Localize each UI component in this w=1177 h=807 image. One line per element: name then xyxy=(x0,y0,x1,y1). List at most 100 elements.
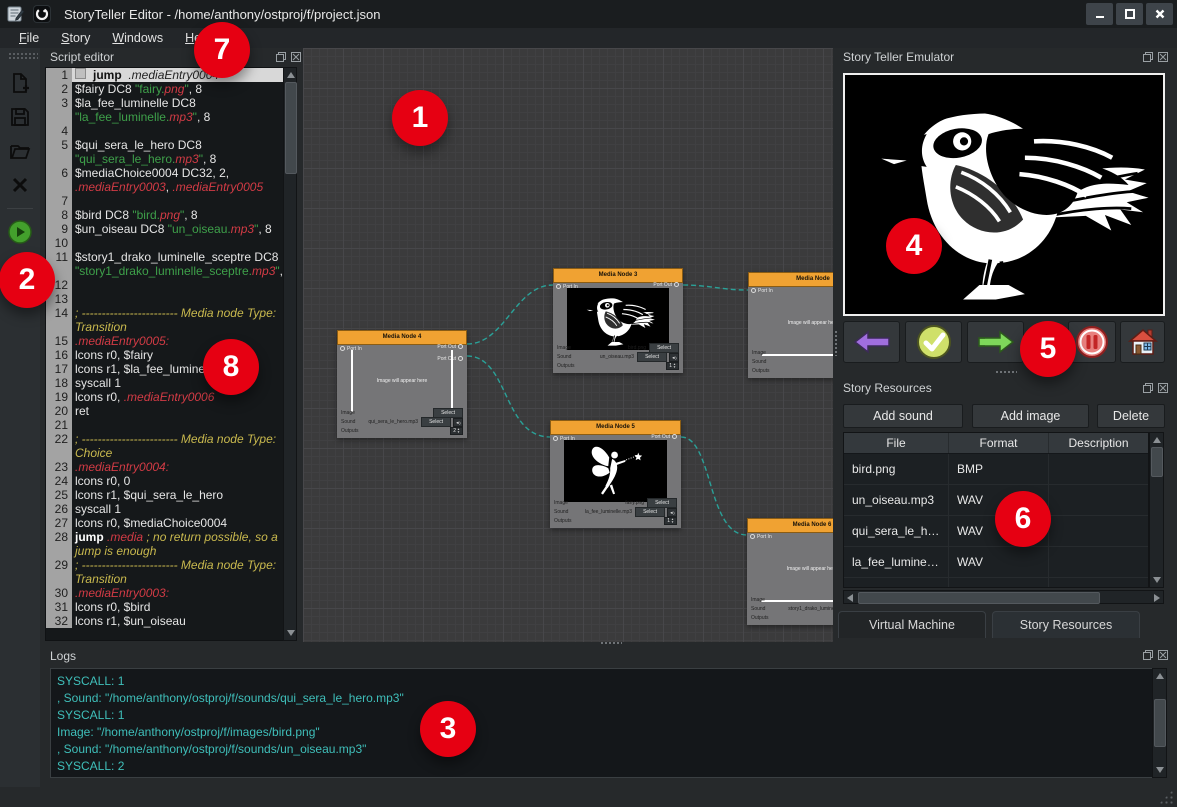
resources-header: Story Resources xyxy=(843,379,1123,397)
code-line[interactable]: 22; ------------------------ Media node … xyxy=(46,432,296,460)
delete-button[interactable]: Delete xyxy=(1097,404,1165,428)
node-title[interactable]: Media Node xyxy=(748,272,833,287)
line-number: 30 xyxy=(46,586,72,600)
code-editor[interactable]: 1jump .mediaEntry00042$fairy DC8 "fairy.… xyxy=(45,67,297,641)
tab-virtual-machine[interactable]: Virtual Machine xyxy=(838,611,986,638)
table-horizontal-scrollbar[interactable] xyxy=(843,590,1164,604)
close-icon[interactable] xyxy=(1157,649,1169,661)
splitter-handle[interactable] xyxy=(600,641,622,646)
code-line[interactable]: 28jump .media ; no return possible, so a… xyxy=(46,530,296,558)
back-button[interactable] xyxy=(843,321,900,363)
code-line[interactable]: 4 xyxy=(46,124,296,138)
float-icon[interactable] xyxy=(275,51,287,63)
select-button[interactable]: Select xyxy=(637,352,667,362)
outputs-spinner[interactable]: 2▲▼ xyxy=(450,427,463,435)
select-button[interactable]: Select xyxy=(635,507,665,517)
media-node[interactable]: Media Node 6Port InImage will appear her… xyxy=(747,518,833,625)
table-row[interactable]: bird.pngBMP xyxy=(844,454,1148,485)
code-line[interactable]: 29; ------------------------ Media node … xyxy=(46,558,296,586)
code-line[interactable]: 7 xyxy=(46,194,296,208)
select-button[interactable]: Select xyxy=(421,417,451,427)
code-line[interactable]: 30.mediaEntry0003: xyxy=(46,586,296,600)
save-button[interactable] xyxy=(5,102,35,132)
menu-windows[interactable]: Windows xyxy=(103,30,172,46)
code-line[interactable]: 12 xyxy=(46,278,296,292)
confirm-button[interactable] xyxy=(905,321,962,363)
code-line[interactable]: 3$la_fee_luminelle DC8 "la_fee_luminelle… xyxy=(46,96,296,124)
code-line[interactable]: 25lcons r1, $qui_sera_le_hero xyxy=(46,488,296,502)
media-node[interactable]: Media Node 4Port InPort OutPort OutImage… xyxy=(337,330,467,438)
node-title[interactable]: Media Node 5 xyxy=(550,420,681,435)
code-line[interactable]: 26syscall 1 xyxy=(46,502,296,516)
maximize-button[interactable] xyxy=(1116,3,1143,25)
code-line[interactable]: 6$mediaChoice0004 DC32, 2, .mediaEntry00… xyxy=(46,166,296,194)
code-line[interactable]: 8$bird DC8 "bird.png", 8 xyxy=(46,208,296,222)
close-icon[interactable] xyxy=(290,51,302,63)
speaker-icon[interactable]: ◄) xyxy=(667,508,677,517)
title-bar[interactable]: StoryTeller Editor - /home/anthony/ostpr… xyxy=(0,0,1177,28)
table-row[interactable]: fairy.pngBMP xyxy=(844,578,1148,588)
splitter-handle[interactable] xyxy=(834,330,839,356)
open-project-button[interactable] xyxy=(5,136,35,166)
outputs-spinner[interactable]: 1▲▼ xyxy=(666,362,679,370)
code-line[interactable]: 20ret xyxy=(46,404,296,418)
menu-file[interactable]: File xyxy=(10,30,48,46)
resize-grip[interactable] xyxy=(1159,790,1173,804)
editor-scrollbar[interactable] xyxy=(283,67,297,641)
code-line[interactable]: 13 xyxy=(46,292,296,306)
code-line[interactable]: 32lcons r1, $un_oiseau xyxy=(46,614,296,628)
tab-story-resources[interactable]: Story Resources xyxy=(992,611,1140,638)
code-line[interactable]: 14; ------------------------ Media node … xyxy=(46,306,296,334)
close-button[interactable] xyxy=(1146,3,1173,25)
node-title[interactable]: Media Node 3 xyxy=(553,268,683,283)
home-button[interactable] xyxy=(1120,321,1165,363)
media-node[interactable]: Media Node 3Port InPort OutImagebird.png… xyxy=(553,268,683,373)
table-row[interactable]: la_fee_lumine…WAV xyxy=(844,547,1148,578)
app-window: StoryTeller Editor - /home/anthony/ostpr… xyxy=(0,0,1177,807)
logs-scrollbar[interactable] xyxy=(1152,668,1167,778)
code-line[interactable]: 19lcons r0, .mediaEntry0006 xyxy=(46,390,296,404)
minimize-button[interactable] xyxy=(1086,3,1113,25)
emulator-screen xyxy=(843,73,1165,316)
resources-title: Story Resources xyxy=(843,381,932,395)
code-line[interactable]: 5$qui_sera_le_hero DC8 "qui_sera_le_hero… xyxy=(46,138,296,166)
code-line[interactable]: 10 xyxy=(46,236,296,250)
float-icon[interactable] xyxy=(1142,382,1154,394)
float-icon[interactable] xyxy=(1142,649,1154,661)
code-line[interactable]: 15.mediaEntry0005: xyxy=(46,334,296,348)
code-line[interactable]: 2$fairy DC8 "fairy.png", 8 xyxy=(46,82,296,96)
close-icon[interactable] xyxy=(1157,51,1169,63)
node-title[interactable]: Media Node 6 xyxy=(747,518,833,533)
code-line[interactable]: 9$un_oiseau DC8 "un_oiseau.mp3", 8 xyxy=(46,222,296,236)
speaker-icon[interactable]: ◄) xyxy=(669,353,679,362)
speaker-icon[interactable]: ◄) xyxy=(453,418,463,427)
code-line[interactable]: 24lcons r0, 0 xyxy=(46,474,296,488)
media-node[interactable]: Media NodePort InImage will appear hereI… xyxy=(748,272,833,378)
close-icon[interactable] xyxy=(1157,382,1169,394)
media-node[interactable]: Media Node 5Port InPort OutImagefairy.pn… xyxy=(550,420,681,528)
forward-button[interactable] xyxy=(967,321,1024,363)
add-image-button[interactable]: Add image xyxy=(972,404,1089,428)
splitter-handle[interactable] xyxy=(995,370,1017,375)
add-sound-button[interactable]: Add sound xyxy=(843,404,963,428)
close-project-button[interactable] xyxy=(5,170,35,200)
node-title[interactable]: Media Node 4 xyxy=(337,330,467,345)
menu-story[interactable]: Story xyxy=(52,30,99,46)
code-line[interactable]: 27lcons r0, $mediaChoice0004 xyxy=(46,516,296,530)
run-button[interactable] xyxy=(5,217,35,247)
toolbar-grip[interactable] xyxy=(8,52,38,61)
code-line[interactable]: 21 xyxy=(46,418,296,432)
float-icon[interactable] xyxy=(1142,51,1154,63)
new-file-button[interactable] xyxy=(5,68,35,98)
logs-output[interactable]: SYSCALL: 1, Sound: "/home/anthony/ostpro… xyxy=(50,668,1154,778)
code-line[interactable]: 16lcons r0, $fairy xyxy=(46,348,296,362)
code-line[interactable]: 31lcons r0, $bird xyxy=(46,600,296,614)
code-line[interactable]: 1jump .mediaEntry0004 xyxy=(46,68,296,82)
node-graph-canvas[interactable]: Media Node 4Port InPort OutPort OutImage… xyxy=(303,48,833,642)
code-line[interactable]: 11$story1_drako_luminelle_sceptre DC8 "s… xyxy=(46,250,296,278)
code-line[interactable]: 18syscall 1 xyxy=(46,376,296,390)
table-header-row[interactable]: FileFormatDescription xyxy=(844,433,1148,454)
code-line[interactable]: 23.mediaEntry0004: xyxy=(46,460,296,474)
outputs-spinner[interactable]: 1▲▼ xyxy=(664,517,677,525)
table-vertical-scrollbar[interactable] xyxy=(1149,432,1164,588)
